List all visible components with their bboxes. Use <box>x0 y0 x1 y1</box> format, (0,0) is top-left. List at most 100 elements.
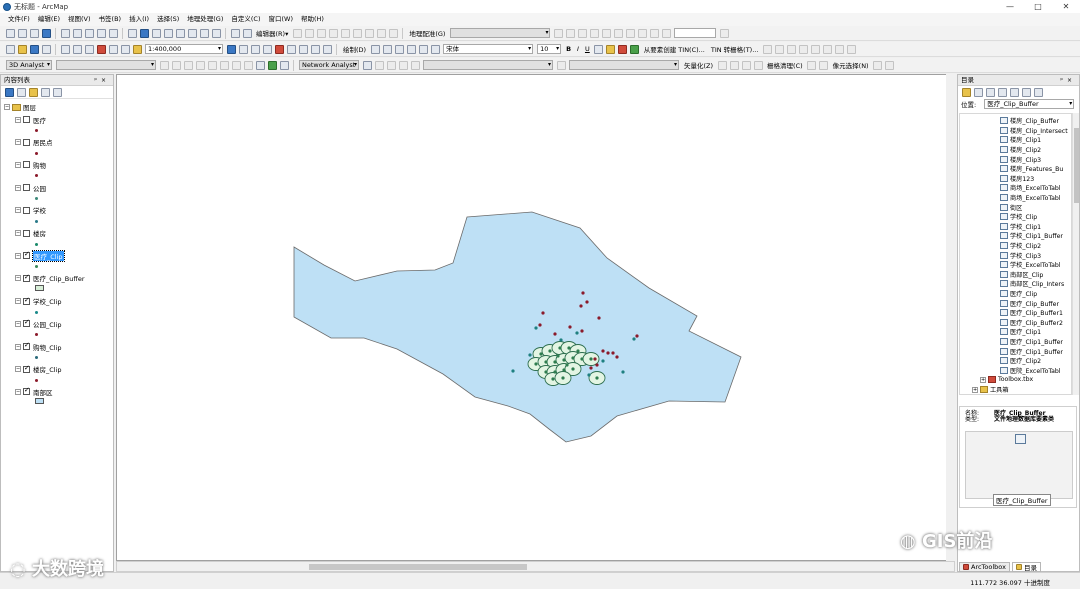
tin-tool-a-icon[interactable] <box>762 44 772 54</box>
arcscene-icon[interactable] <box>267 60 277 70</box>
catalog-window-icon[interactable] <box>250 44 260 54</box>
sketch-props-icon[interactable] <box>388 28 398 38</box>
3d-analyst-menu[interactable]: 3D Analyst ▾ <box>6 60 52 70</box>
measure-icon[interactable] <box>175 28 185 38</box>
raster-clean-menu[interactable]: 栅格清理(C) <box>767 60 803 70</box>
menu-edit[interactable]: 编辑(E) <box>34 13 64 26</box>
menu-selection[interactable]: 选择(S) <box>153 13 183 26</box>
collapse-icon[interactable]: − <box>15 388 21 395</box>
tin-tool-b-icon[interactable] <box>774 44 784 54</box>
layer-visibility-checkbox[interactable] <box>23 273 30 282</box>
3d-tool-g-icon[interactable] <box>231 60 241 70</box>
find-icon[interactable] <box>187 28 197 38</box>
tin-tool-g-icon[interactable] <box>834 44 844 54</box>
catalog-tree-item[interactable]: 楼房_Clip1 <box>1000 135 1041 145</box>
back-icon[interactable] <box>84 28 94 38</box>
na-directions-icon[interactable] <box>410 60 420 70</box>
vectorize-menu[interactable]: 矢量化(Z) <box>684 60 713 70</box>
location-combo[interactable]: 医疗_Clip_Buffer ▾ <box>984 99 1075 109</box>
toc-layer-item[interactable]: − 医疗 <box>15 115 46 125</box>
catalog-tree-item[interactable]: 商场_ExcelToTabl <box>1000 183 1061 193</box>
list-by-visibility-icon[interactable] <box>28 87 38 97</box>
view-options-icon[interactable] <box>1033 87 1043 97</box>
arcglobe-icon[interactable] <box>279 60 289 70</box>
vectorize-a-icon[interactable] <box>717 60 727 70</box>
raster-layer-combo[interactable]: ▾ <box>569 60 679 70</box>
tin-convert-button[interactable]: TIN 转栅格(T)... <box>711 44 759 54</box>
3d-tool-b-icon[interactable] <box>171 60 181 70</box>
callout-icon[interactable] <box>430 44 440 54</box>
vectorize-b-icon[interactable] <box>729 60 739 70</box>
layer-name[interactable]: 学校 <box>33 205 46 215</box>
font-size-combo[interactable]: 10 ▾ <box>537 44 562 54</box>
catalog-tree-item[interactable]: 学校_Clip1_Buffer <box>1000 231 1063 241</box>
menu-windows[interactable]: 窗口(W) <box>265 13 298 26</box>
georef-fit-icon[interactable] <box>649 28 659 38</box>
layer-name[interactable]: 购物 <box>33 160 46 170</box>
full-extent-icon[interactable] <box>41 28 51 38</box>
underline-button[interactable]: U <box>585 45 590 53</box>
catalog-tree-item[interactable]: 楼房_Features_Bu <box>1000 164 1063 174</box>
collapse-icon[interactable]: − <box>4 104 10 110</box>
collapse-icon[interactable]: − <box>15 207 21 214</box>
select-features-icon[interactable] <box>108 28 118 38</box>
layout-view-icon[interactable] <box>322 44 332 54</box>
tab-arctoolbox[interactable]: ArcToolbox <box>959 561 1010 572</box>
text-icon[interactable] <box>418 44 428 54</box>
sketch-icon[interactable] <box>304 28 314 38</box>
georef-tool-icon[interactable] <box>553 28 563 38</box>
na-select-icon[interactable] <box>386 60 396 70</box>
layer-name[interactable]: 居民点 <box>33 137 53 147</box>
na-window-icon[interactable] <box>362 60 372 70</box>
font-combo[interactable]: 宋体 ▾ <box>443 44 534 54</box>
zoom-out-icon[interactable] <box>17 28 27 38</box>
vertex-icon[interactable] <box>316 28 326 38</box>
tin-tool-e-icon[interactable] <box>810 44 820 54</box>
menu-file[interactable]: 文件(F) <box>4 13 34 26</box>
collapse-icon[interactable]: − <box>15 184 21 191</box>
georef-shift-icon[interactable] <box>577 28 587 38</box>
close-button[interactable]: ✕ <box>1052 0 1080 13</box>
catalog-tree-item[interactable]: 医疗_Clip <box>1000 289 1037 299</box>
time-slider-icon[interactable] <box>211 28 221 38</box>
back-arrow-icon[interactable] <box>961 87 971 97</box>
arctoolbox-window-icon[interactable] <box>274 44 284 54</box>
georef-menu[interactable]: 地理配准(G) <box>409 28 445 38</box>
catalog-tree-item[interactable]: 楼房123 <box>1000 174 1034 184</box>
catalog-tree-item[interactable]: 医疗_Clip1_Buffer <box>1000 346 1063 356</box>
layer-name[interactable]: 医疗_Clip_Buffer <box>33 273 85 283</box>
collapse-icon[interactable]: − <box>15 139 21 146</box>
connect-folder-icon[interactable] <box>1009 87 1019 97</box>
3d-tool-d-icon[interactable] <box>195 60 205 70</box>
editor-toolbar-icon[interactable] <box>226 44 236 54</box>
georef-rotate-icon[interactable] <box>565 28 575 38</box>
catalog-tree-item[interactable]: 医疗_Clip_Buffer1 <box>1000 308 1063 318</box>
forward-icon[interactable] <box>96 28 106 38</box>
layer-visibility-checkbox[interactable] <box>23 116 30 123</box>
3d-tool-e-icon[interactable] <box>207 60 217 70</box>
georef-table-icon[interactable] <box>613 28 623 38</box>
catalog-tree-item[interactable]: 楼房_Clip3 <box>1000 154 1041 164</box>
reshape-icon[interactable] <box>328 28 338 38</box>
rotate-element-icon[interactable] <box>382 44 392 54</box>
layer-name[interactable]: 医疗 <box>33 115 46 125</box>
up-level-icon[interactable] <box>985 87 995 97</box>
toggle-view-icon[interactable] <box>1021 87 1031 97</box>
georef-delete-icon[interactable] <box>625 28 635 38</box>
layer-visibility-checkbox[interactable] <box>23 318 30 328</box>
vectorize-d-icon[interactable] <box>753 60 763 70</box>
toc-layer-item[interactable]: − 公园_Clip <box>15 318 62 329</box>
3d-tool-c-icon[interactable] <box>183 60 193 70</box>
tab-catalog[interactable]: 目录 <box>1011 561 1041 572</box>
fill-color-icon[interactable] <box>606 44 616 54</box>
effects-icon[interactable] <box>242 28 252 38</box>
scrollbar-thumb[interactable] <box>309 564 527 570</box>
3d-tool-f-icon[interactable] <box>219 60 229 70</box>
select-pointer-icon[interactable] <box>370 44 380 54</box>
tin-tool-h-icon[interactable] <box>846 44 856 54</box>
maximize-button[interactable]: □ <box>1024 0 1052 13</box>
select-elements-icon[interactable] <box>127 28 137 38</box>
zoom-whole-page-icon[interactable] <box>394 44 404 54</box>
catalog-tree-item[interactable]: 学校_Clip2 <box>1000 241 1041 251</box>
menu-bookmarks[interactable]: 书签(B) <box>95 13 126 26</box>
